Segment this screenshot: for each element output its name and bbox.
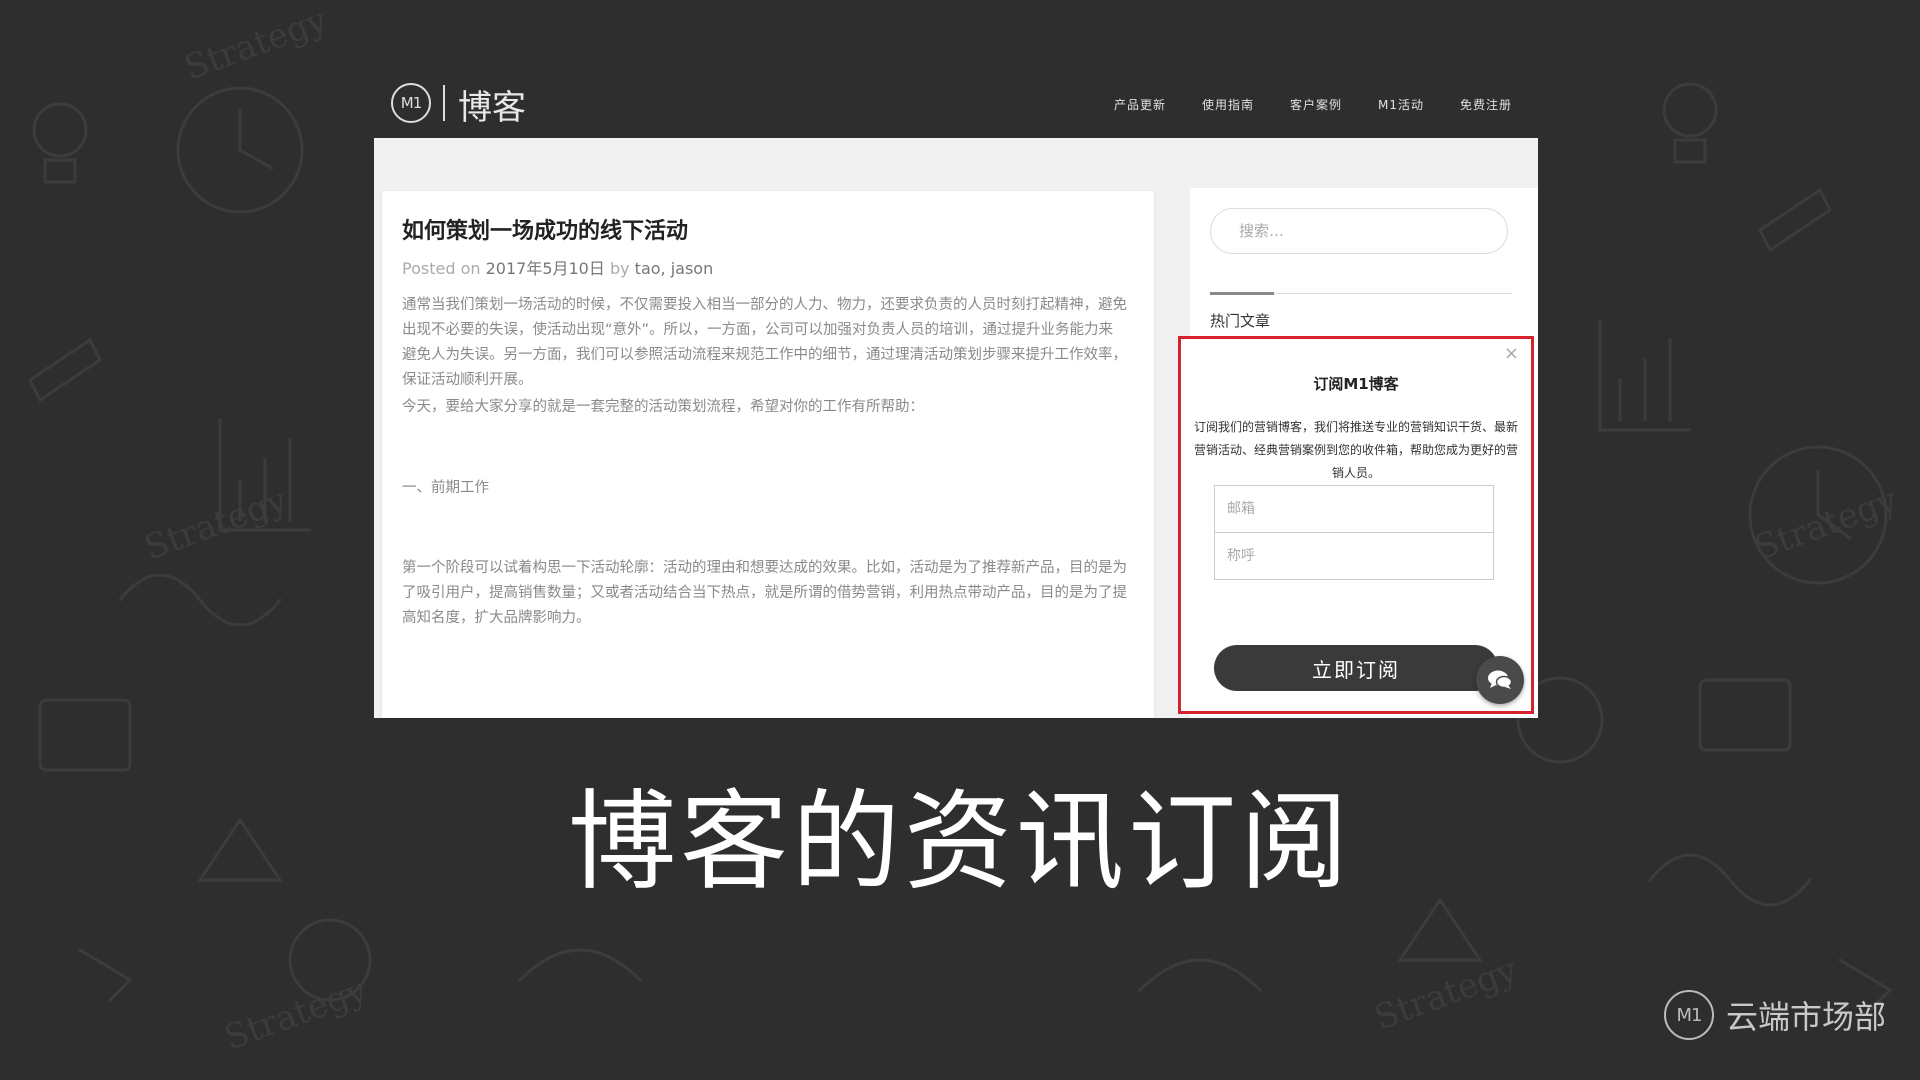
popup-title: 订阅M1博客	[1313, 375, 1399, 393]
blog-screenshot: M1 博客 产品更新 使用指南 客户案例 M1活动 免费注册 如何策划一场成功的…	[374, 68, 1538, 718]
nav-item-user-guide[interactable]: 使用指南	[1202, 96, 1254, 113]
logo-text[interactable]: 博客	[458, 80, 526, 129]
chat-bubble-icon[interactable]	[1476, 656, 1524, 704]
search-input[interactable]	[1210, 208, 1508, 254]
article-meta: Posted on 2017年5月10日 by tao, jason	[402, 255, 713, 279]
article-card: 如何策划一场成功的线下活动 Posted on 2017年5月10日 by ta…	[382, 191, 1154, 718]
close-icon[interactable]: ×	[1504, 343, 1519, 364]
article-paragraph: 第一个阶段可以试着构思一下活动轮廓：活动的理由和想要达成的效果。比如，活动是为了…	[402, 560, 1127, 626]
post-authors[interactable]: tao, jason	[635, 259, 714, 278]
slide-caption: 博客的资讯订阅	[567, 780, 1352, 905]
svg-text:Strategy: Strategy	[179, 0, 333, 88]
svg-text:Strategy: Strategy	[1369, 950, 1523, 1039]
name-field[interactable]	[1214, 532, 1494, 580]
svg-text:Strategy: Strategy	[139, 480, 293, 569]
chat-glyph-icon	[1488, 670, 1513, 689]
article-title[interactable]: 如何策划一场成功的线下活动	[402, 213, 688, 245]
article-paragraph: 通常当我们策划一场活动的时候，不仅需要投入相当一部分的人力、物力，还要求负责的人…	[402, 297, 1127, 388]
meta-posted-label: Posted on	[402, 259, 481, 278]
subscribe-button[interactable]: 立即订阅	[1214, 645, 1498, 691]
site-header: M1 博客 产品更新 使用指南 客户案例 M1活动 免费注册	[374, 68, 1538, 138]
popular-posts-title: 热门文章	[1210, 312, 1271, 330]
nav-item-product-updates[interactable]: 产品更新	[1114, 96, 1166, 113]
nav-item-m1-events[interactable]: M1活动	[1378, 96, 1424, 113]
nav-item-free-signup[interactable]: 免费注册	[1460, 96, 1512, 113]
email-field[interactable]	[1214, 485, 1494, 533]
post-date[interactable]: 2017年5月10日	[486, 259, 605, 278]
meta-by-label: by	[609, 259, 630, 278]
brand-name: 云端市场部	[1725, 998, 1886, 1036]
widget-divider-accent	[1210, 292, 1274, 295]
article-section-heading: 一、前期工作	[402, 480, 489, 496]
logo-icon[interactable]: M1	[391, 83, 431, 123]
main-nav: 产品更新 使用指南 客户案例 M1活动 免费注册	[1114, 96, 1512, 113]
brand-logo-icon: M1	[1663, 990, 1714, 1040]
logo-divider	[443, 85, 445, 121]
popup-description: 订阅我们的营销博客，我们将推送专业的营销知识干货、最新营销活动、经典营销案例到您…	[1193, 420, 1518, 480]
subscribe-popup: × 订阅M1博客 订阅我们的营销博客，我们将推送专业的营销知识干货、最新营销活动…	[1178, 336, 1534, 714]
nav-item-customer-cases[interactable]: 客户案例	[1290, 96, 1342, 113]
svg-text:Strategy: Strategy	[1749, 480, 1903, 569]
article-paragraph: 今天，要给大家分享的就是一套完整的活动策划流程，希望对你的工作有所帮助：	[402, 399, 924, 415]
brand-footer: M1 云端市场部	[1663, 990, 1886, 1040]
